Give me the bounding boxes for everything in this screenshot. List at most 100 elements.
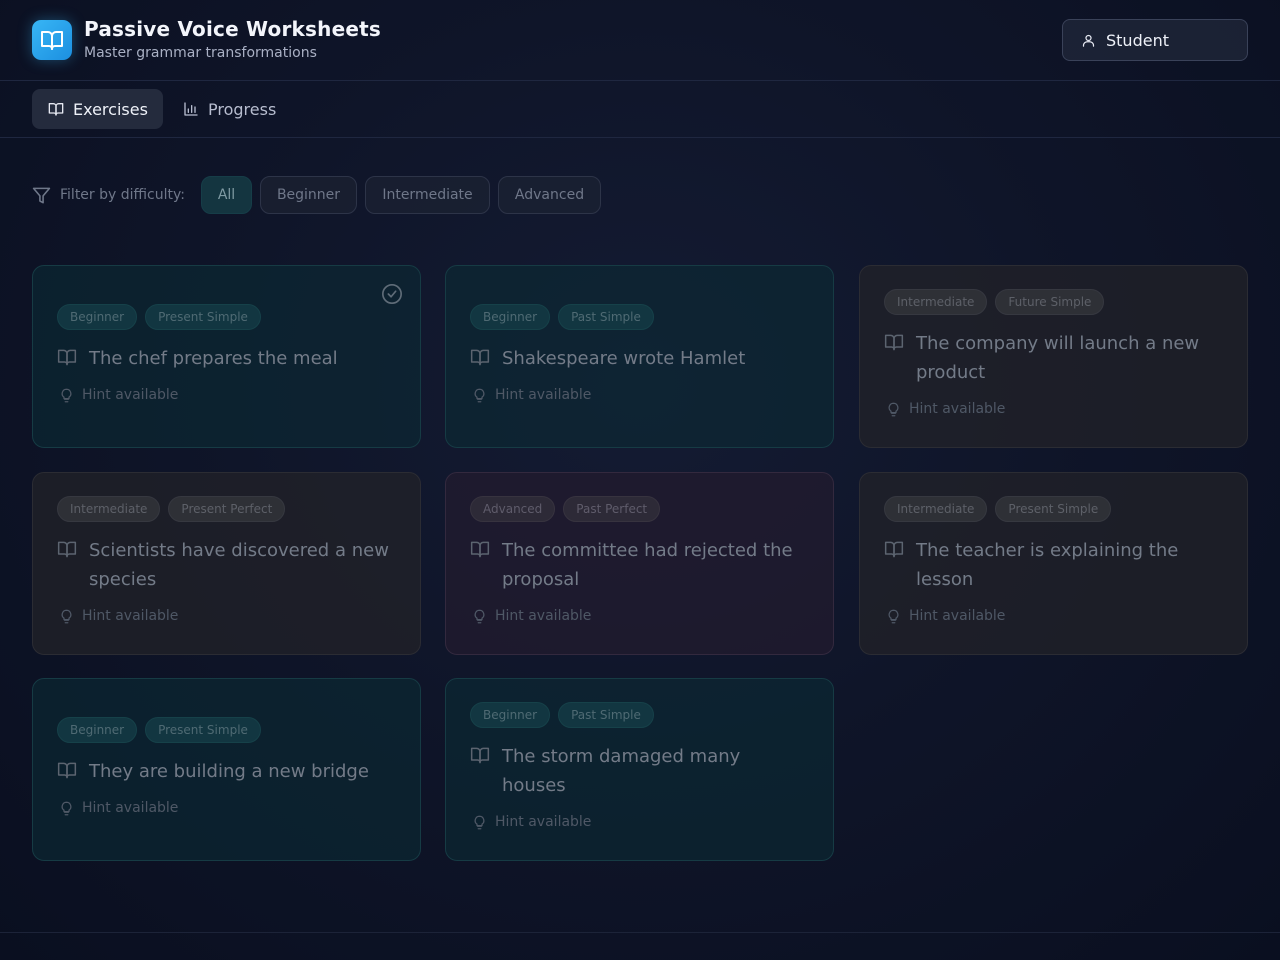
- exercise-card[interactable]: Intermediate Present Simple The teacher …: [859, 472, 1248, 655]
- app-subtitle: Master grammar transformations: [84, 45, 317, 61]
- filter-label-text: Filter by difficulty:: [60, 187, 185, 203]
- filter-label: Filter by difficulty:: [32, 184, 185, 206]
- card-tags: Beginner Past Simple: [470, 702, 809, 728]
- tab-exercises-label: Exercises: [73, 99, 148, 119]
- book-open-icon: [57, 539, 77, 563]
- lightbulb-icon: [59, 388, 74, 403]
- lightbulb-icon: [59, 801, 74, 816]
- book-open-icon: [48, 101, 64, 117]
- user-name: Student: [1106, 30, 1169, 50]
- card-tags: Advanced Past Perfect: [470, 496, 809, 522]
- book-open-icon: [884, 332, 904, 356]
- card-title: Shakespeare wrote Hamlet: [470, 344, 809, 373]
- difficulty-badge: Advanced: [470, 496, 556, 522]
- lightbulb-icon: [886, 609, 901, 624]
- hint-text: Hint available: [82, 387, 179, 403]
- card-title: The committee had rejected the proposal: [470, 536, 809, 594]
- exercise-card[interactable]: Intermediate Future Simple The company w…: [859, 265, 1248, 448]
- filter-chip-intermediate[interactable]: Intermediate: [365, 176, 490, 214]
- tense-badge: Present Perfect: [168, 496, 286, 522]
- card-title: The storm damaged many houses: [470, 742, 809, 800]
- book-open-icon: [470, 745, 490, 769]
- hint-row: Hint available: [470, 608, 809, 624]
- card-tags: Intermediate Present Perfect: [57, 496, 396, 522]
- check-circle-icon: [381, 283, 403, 305]
- tab-exercises[interactable]: Exercises: [32, 89, 163, 129]
- hint-row: Hint available: [884, 401, 1223, 417]
- card-title: They are building a new bridge: [57, 757, 396, 786]
- tense-badge: Past Simple: [558, 702, 654, 728]
- card-tags: Beginner Past Simple: [470, 304, 809, 330]
- exercise-card[interactable]: Beginner Past Simple The storm damaged m…: [445, 678, 834, 861]
- tense-badge: Future Simple: [995, 289, 1105, 315]
- hint-text: Hint available: [495, 608, 592, 624]
- book-open-icon: [884, 539, 904, 563]
- exercise-sentence: They are building a new bridge: [89, 761, 369, 782]
- hint-row: Hint available: [884, 608, 1223, 624]
- card-title: The teacher is explaining the lesson: [884, 536, 1223, 594]
- filter-chip-all[interactable]: All: [201, 176, 252, 214]
- tense-badge: Present Simple: [995, 496, 1112, 522]
- hint-text: Hint available: [909, 401, 1006, 417]
- card-title: Scientists have discovered a new species: [57, 536, 396, 594]
- hint-text: Hint available: [909, 608, 1006, 624]
- book-open-icon: [32, 20, 72, 60]
- bar-chart-icon: [183, 101, 199, 117]
- card-tags: Beginner Present Simple: [57, 717, 396, 743]
- user-menu-button[interactable]: Student: [1062, 19, 1248, 61]
- lightbulb-icon: [886, 402, 901, 417]
- user-icon: [1081, 33, 1096, 48]
- hint-text: Hint available: [495, 814, 592, 830]
- tense-badge: Past Perfect: [563, 496, 661, 522]
- tab-progress[interactable]: Progress: [167, 89, 291, 129]
- hint-row: Hint available: [470, 387, 809, 403]
- lightbulb-icon: [472, 609, 487, 624]
- exercise-card[interactable]: Beginner Present Simple The chef prepare…: [32, 265, 421, 448]
- hint-row: Hint available: [57, 387, 396, 403]
- card-title: The company will launch a new product: [884, 329, 1223, 387]
- lightbulb-icon: [472, 815, 487, 830]
- exercise-card[interactable]: Beginner Past Simple Shakespeare wrote H…: [445, 265, 834, 448]
- difficulty-badge: Beginner: [57, 304, 138, 330]
- hint-text: Hint available: [82, 800, 179, 816]
- exercise-sentence: The teacher is explaining the lesson: [916, 540, 1179, 590]
- book-open-icon: [57, 760, 77, 784]
- difficulty-badge: Intermediate: [884, 289, 988, 315]
- app-header: Passive Voice Worksheets Master grammar …: [0, 0, 1280, 81]
- hint-text: Hint available: [82, 608, 179, 624]
- card-tags: Beginner Present Simple: [57, 304, 396, 330]
- exercise-sentence: The company will launch a new product: [916, 333, 1200, 383]
- hint-row: Hint available: [57, 800, 396, 816]
- card-title: The chef prepares the meal: [57, 344, 396, 373]
- lightbulb-icon: [59, 609, 74, 624]
- exercise-sentence: The storm damaged many houses: [502, 746, 741, 796]
- hint-text: Hint available: [495, 387, 592, 403]
- difficulty-badge: Beginner: [470, 702, 551, 728]
- exercise-sentence: Shakespeare wrote Hamlet: [502, 348, 746, 369]
- tense-badge: Present Simple: [145, 304, 261, 330]
- exercise-card[interactable]: Advanced Past Perfect The committee had …: [445, 472, 834, 655]
- tab-progress-label: Progress: [208, 99, 277, 119]
- hint-row: Hint available: [57, 608, 396, 624]
- exercise-sentence: Scientists have discovered a new species: [89, 540, 389, 590]
- difficulty-badge: Beginner: [57, 717, 138, 743]
- exercise-card[interactable]: Intermediate Present Perfect Scientists …: [32, 472, 421, 655]
- filter-chip-beginner[interactable]: Beginner: [260, 176, 357, 214]
- exercise-sentence: The committee had rejected the proposal: [502, 540, 793, 590]
- filter-icon: [32, 186, 51, 205]
- book-open-icon: [470, 539, 490, 563]
- book-open-icon: [57, 347, 77, 371]
- exercise-card[interactable]: Beginner Present Simple They are buildin…: [32, 678, 421, 861]
- main-nav: Exercises Progress: [0, 81, 1280, 138]
- difficulty-badge: Intermediate: [884, 496, 988, 522]
- hint-row: Hint available: [470, 814, 809, 830]
- card-tags: Intermediate Future Simple: [884, 289, 1223, 315]
- book-open-icon: [470, 347, 490, 371]
- tense-badge: Past Simple: [558, 304, 654, 330]
- difficulty-badge: Intermediate: [57, 496, 161, 522]
- footer-divider: [0, 932, 1280, 933]
- difficulty-badge: Beginner: [470, 304, 551, 330]
- filter-chip-advanced[interactable]: Advanced: [498, 176, 601, 214]
- card-tags: Intermediate Present Simple: [884, 496, 1223, 522]
- tense-badge: Present Simple: [145, 717, 261, 743]
